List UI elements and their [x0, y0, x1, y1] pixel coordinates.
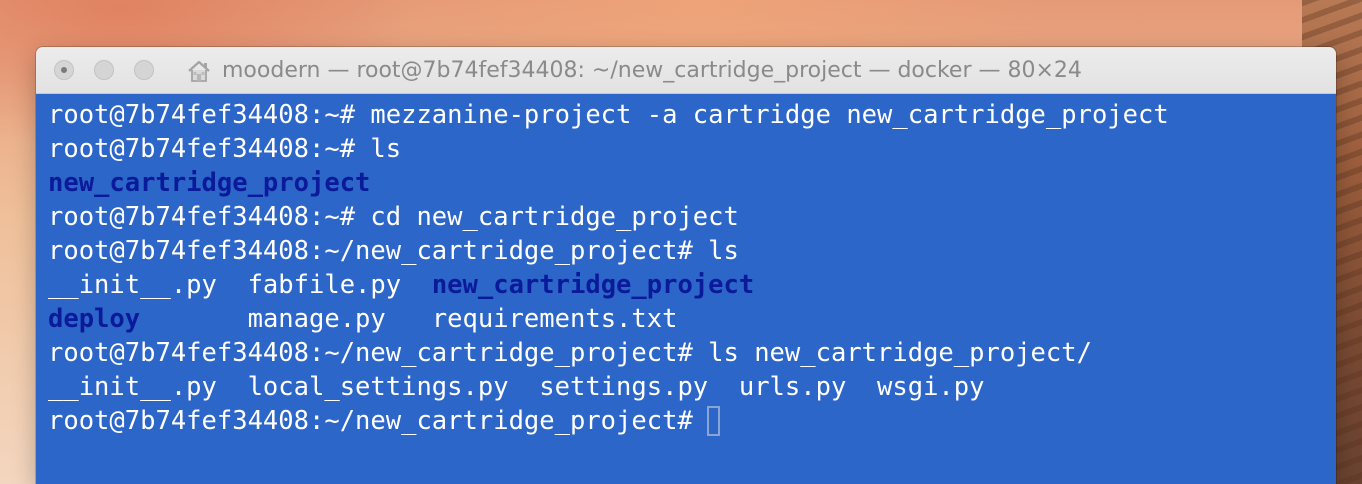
window-title: moodern — root@7b74fef34408: ~/new_cartr… — [222, 58, 1082, 83]
terminal-prompt-line: root@7b74fef34408:~/new_cartridge_projec… — [48, 404, 1336, 438]
terminal-line: root@7b74fef34408:~/new_cartridge_projec… — [48, 336, 1336, 370]
cursor-block — [706, 406, 720, 436]
title-bar[interactable]: moodern — root@7b74fef34408: ~/new_cartr… — [36, 47, 1336, 94]
terminal-text: root@7b74fef34408:~/new_cartridge_projec… — [48, 406, 693, 436]
terminal-line: root@7b74fef34408:~/new_cartridge_projec… — [48, 234, 1336, 268]
terminal-line: __init__.py fabfile.py new_cartridge_pro… — [48, 268, 1336, 302]
terminal-line: __init__.py local_settings.py settings.p… — [48, 370, 1336, 404]
terminal-line: new_cartridge_project — [48, 166, 1336, 200]
directory-entry: deploy — [48, 304, 141, 334]
terminal-window[interactable]: moodern — root@7b74fef34408: ~/new_cartr… — [36, 47, 1336, 484]
terminal-line: root@7b74fef34408:~# ls — [48, 132, 1336, 166]
terminal-text: __init__.py local_settings.py settings.p… — [48, 372, 985, 402]
terminal-text: root@7b74fef34408:~# mezzanine-project -… — [48, 100, 1169, 130]
directory-entry: new_cartridge_project — [48, 168, 371, 198]
close-button[interactable] — [54, 60, 74, 80]
directory-entry: new_cartridge_project — [431, 270, 755, 300]
home-icon — [186, 58, 212, 84]
terminal-line: deploy manage.py requirements.txt — [48, 302, 1336, 336]
window-title-container: moodern — root@7b74fef34408: ~/new_cartr… — [186, 47, 1082, 94]
terminal-text: root@7b74fef34408:~/new_cartridge_projec… — [48, 236, 739, 266]
terminal-text: __init__.py fabfile.py — [48, 270, 432, 300]
terminal-text: root@7b74fef34408:~# ls — [48, 134, 402, 164]
zoom-button[interactable] — [134, 60, 154, 80]
terminal-text: root@7b74fef34408:~# cd new_cartridge_pr… — [48, 202, 739, 232]
minimize-button[interactable] — [94, 60, 114, 80]
terminal-text: root@7b74fef34408:~/new_cartridge_projec… — [48, 338, 1092, 368]
terminal-output[interactable]: root@7b74fef34408:~# mezzanine-project -… — [36, 94, 1336, 484]
terminal-text: manage.py requirements.txt — [140, 304, 678, 334]
terminal-line: root@7b74fef34408:~# mezzanine-project -… — [48, 98, 1336, 132]
terminal-line: root@7b74fef34408:~# cd new_cartridge_pr… — [48, 200, 1336, 234]
